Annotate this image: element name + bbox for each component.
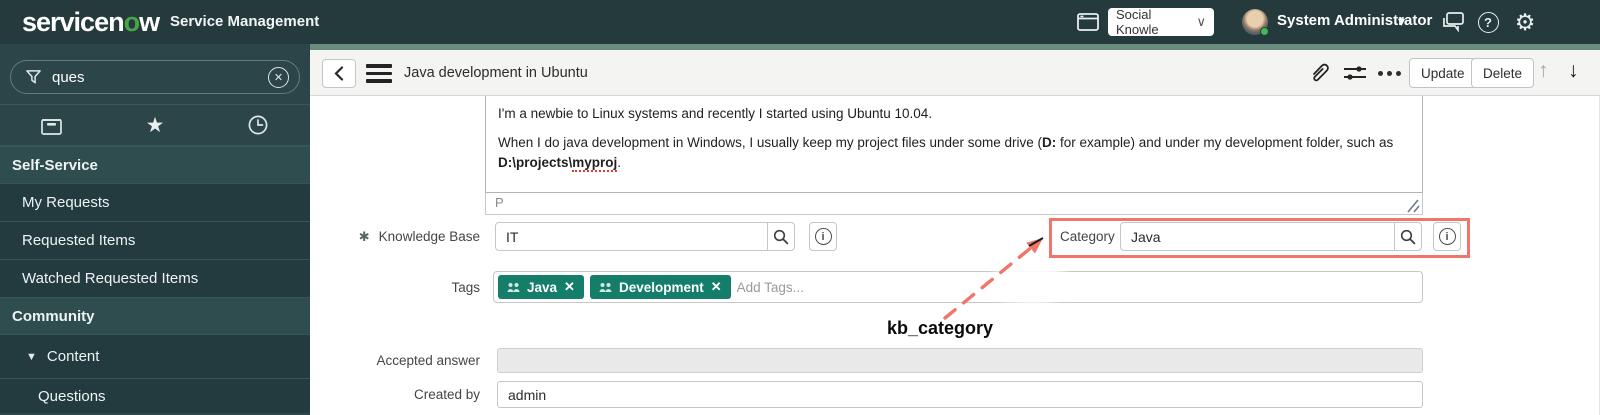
spellcheck-underline: myproj	[572, 154, 618, 172]
question-paragraph: When I do java development in Windows, I…	[498, 134, 1394, 172]
update-button[interactable]: Update	[1409, 58, 1477, 88]
knowledge-base-lookup-icon[interactable]	[767, 223, 794, 250]
avatar[interactable]	[1242, 9, 1269, 36]
personalize-form-icon[interactable]	[1342, 50, 1374, 96]
add-tags-input[interactable]	[736, 279, 1418, 295]
element-path: P	[495, 195, 504, 210]
shared-tag-icon	[507, 282, 520, 292]
all-applications-icon[interactable]	[0, 116, 103, 135]
created-by-field	[497, 381, 1423, 408]
chat-icon[interactable]	[1440, 0, 1466, 44]
editor-status-bar: P	[485, 193, 1423, 215]
clear-filter-icon[interactable]: ✕	[268, 66, 289, 88]
info-icon: i	[1438, 228, 1456, 245]
funnel-icon	[26, 69, 41, 83]
category-label: Category	[1060, 229, 1115, 244]
next-record-icon[interactable]: ↓	[1568, 59, 1579, 83]
servicenow-logo[interactable]: servicenow	[22, 7, 160, 38]
required-marker-icon: ✱	[358, 229, 370, 244]
created-by-label: Created by	[413, 387, 480, 402]
back-button[interactable]	[322, 59, 356, 88]
tag-label: Java	[527, 279, 558, 295]
connect-window-icon[interactable]	[1075, 0, 1101, 44]
product-title: Service Management	[170, 13, 320, 30]
record-toolbar: Java development in Ubuntu Update Delete…	[310, 50, 1600, 96]
more-options-icon[interactable]	[1378, 50, 1406, 96]
navigator-tabs: ★	[0, 104, 310, 146]
help-icon[interactable]: ?	[1476, 0, 1500, 44]
app-window: servicenow Service Management Social Kno…	[0, 0, 1600, 415]
question-body-editor[interactable]: I'm a newbie to Linux systems and recent…	[485, 96, 1423, 193]
navigator-filter[interactable]: ✕	[10, 60, 300, 94]
category-info-button[interactable]: i	[1433, 222, 1461, 251]
user-caret-icon[interactable]: ▾	[1398, 13, 1405, 30]
filter-navigator-input[interactable]	[52, 68, 268, 86]
created-by-input[interactable]	[498, 382, 1422, 407]
category-field	[1120, 222, 1422, 251]
presence-dot	[1260, 27, 1269, 36]
scope-value: Social Knowle	[1116, 7, 1159, 37]
top-banner: servicenow Service Management Social Kno…	[0, 0, 1600, 44]
favorites-icon[interactable]: ★	[103, 115, 206, 136]
category-lookup-icon[interactable]	[1394, 223, 1421, 250]
category-input[interactable]	[1121, 223, 1394, 250]
resize-handle-icon[interactable]	[1402, 199, 1420, 213]
remove-tag-icon[interactable]: ✕	[564, 279, 575, 295]
user-menu[interactable]: System Administrator	[1277, 12, 1432, 29]
question-mark-glyph: ?	[1477, 11, 1499, 33]
delete-button[interactable]: Delete	[1471, 58, 1535, 88]
logo-text: servicen	[22, 7, 125, 37]
logo-o-green: o	[123, 7, 140, 37]
gear-icon[interactable]: ⚙	[1512, 0, 1538, 44]
chevron-left-icon	[334, 66, 344, 81]
info-icon: i	[814, 228, 832, 245]
annotation-field-name: kb_category	[887, 318, 994, 338]
form-context-menu-icon[interactable]	[366, 64, 392, 83]
tags-field[interactable]: Java ✕ Development ✕	[493, 271, 1423, 303]
tag-label: Development	[618, 279, 704, 295]
sidebar-section-self-service: Self-Service	[0, 146, 310, 183]
tag-chip: Development ✕	[589, 275, 731, 299]
history-icon[interactable]	[207, 115, 310, 135]
knowledge-base-input[interactable]	[496, 223, 767, 250]
knowledge-base-field	[495, 222, 795, 251]
remove-tag-icon[interactable]: ✕	[711, 279, 722, 295]
record-title: Java development in Ubuntu	[404, 65, 588, 81]
chevron-down-icon: ∨	[1196, 14, 1206, 29]
accepted-answer-label: Accepted answer	[376, 353, 480, 368]
previous-record-icon[interactable]: ↑	[1538, 59, 1549, 83]
shared-tag-icon	[599, 282, 612, 292]
attachment-icon[interactable]	[1308, 50, 1338, 96]
question-paragraph: I'm a newbie to Linux systems and recent…	[498, 106, 933, 121]
logo-w: w	[139, 7, 160, 37]
tags-label: Tags	[451, 280, 480, 295]
knowledge-base-info-button[interactable]: i	[809, 222, 837, 251]
application-scope-select[interactable]: Social Knowle ∨	[1108, 7, 1214, 37]
sidebar-item-my-requests[interactable]: My Requests	[0, 183, 310, 221]
knowledge-base-label: ✱ Knowledge Base	[358, 229, 480, 244]
tag-chip: Java ✕	[498, 275, 584, 299]
accepted-answer-field	[497, 348, 1423, 373]
